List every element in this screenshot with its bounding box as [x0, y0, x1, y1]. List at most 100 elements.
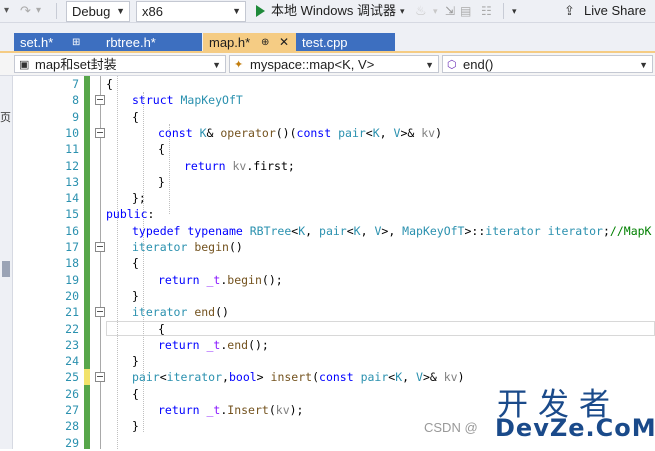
code-line[interactable]: return _t.Insert(kv);: [158, 402, 303, 418]
code-token: MapKeyOfT: [402, 223, 465, 238]
class-scope-value: myspace::map<K, V>: [250, 57, 375, 72]
code-token: {: [106, 77, 113, 91]
start-debugger-button[interactable]: 本地 Windows 调试器: [271, 0, 396, 22]
code-line[interactable]: public:: [106, 206, 154, 222]
code-line[interactable]: return _t.begin();: [158, 272, 283, 288]
collapse-icon[interactable]: [95, 95, 105, 106]
code-line[interactable]: }: [132, 418, 139, 434]
code-line[interactable]: {: [132, 109, 139, 125]
line-number: 18: [65, 256, 79, 271]
code-token: }: [132, 419, 139, 434]
side-panel-tab[interactable]: [2, 261, 10, 277]
layout-icon[interactable]: ▤: [460, 0, 471, 22]
chevron-down-icon[interactable]: ▾: [4, 0, 9, 22]
project-scope-value: map和set封装: [35, 57, 117, 72]
watermark-english: DevZe.CoM: [495, 414, 655, 442]
member-value: end(): [463, 57, 494, 72]
code-token: (: [268, 403, 276, 417]
code-line[interactable]: {: [106, 76, 113, 92]
code-token: public: [106, 207, 148, 222]
collapse-icon[interactable]: [95, 372, 105, 383]
pin-icon[interactable]: ⊕: [261, 33, 269, 52]
code-token: V: [416, 370, 423, 385]
chevron-down-icon[interactable]: ▾: [433, 0, 438, 22]
collapse-icon[interactable]: [95, 242, 105, 252]
code-token: >,: [381, 223, 403, 238]
code-token: MapKeyOfT: [180, 93, 243, 108]
code-line[interactable]: return _t.end();: [158, 337, 269, 353]
code-token: return: [158, 272, 200, 287]
side-panel-label: 页: [0, 112, 11, 124]
code-token: _t: [206, 403, 221, 417]
code-token: pair: [360, 370, 389, 385]
live-share-button[interactable]: Live Share: [584, 0, 646, 22]
close-icon[interactable]: ✕: [279, 33, 289, 52]
code-token: const: [296, 125, 332, 140]
code-line[interactable]: struct MapKeyOfT: [132, 92, 243, 108]
code-line[interactable]: }: [132, 353, 139, 369]
code-line[interactable]: const K& operator()(const pair<K, V>& kv…: [158, 125, 442, 141]
line-number: 13: [65, 174, 79, 189]
tab-rbtree-h[interactable]: rbtree.h*: [100, 33, 202, 52]
pin-icon[interactable]: ⊞: [72, 33, 80, 52]
code-line[interactable]: }: [132, 288, 139, 304]
share-icon[interactable]: ⇪: [564, 0, 575, 22]
code-token: K: [353, 223, 361, 238]
collapse-icon[interactable]: [95, 307, 105, 318]
flame-icon[interactable]: ♨: [415, 0, 427, 22]
csdn-watermark: CSDN @: [424, 420, 478, 435]
code-token: bool: [228, 370, 257, 385]
code-line[interactable]: pair<iterator,bool> insert(const pair<K,…: [132, 369, 465, 385]
toolbar-overflow-icon[interactable]: ▾: [512, 0, 517, 22]
code-token: }: [158, 174, 165, 189]
tab-label: rbtree.h*: [106, 35, 156, 50]
code-token: K: [372, 125, 380, 140]
code-token: >: [256, 370, 271, 385]
code-line[interactable]: return kv.first;: [184, 158, 295, 174]
tab-set-h[interactable]: set.h* ⊞: [14, 33, 100, 52]
play-icon[interactable]: [256, 5, 265, 17]
collapse-icon[interactable]: [95, 127, 105, 138]
tab-map-h[interactable]: map.h* ⊕ ✕: [203, 33, 296, 52]
project-scope-dropdown[interactable]: ▣ map和set封装 ▼: [14, 55, 226, 73]
main-toolbar: ▾ ↷ ▾ Debug ▼ x86 ▼ 本地 Windows 调试器 ▾ ♨ ▾…: [0, 0, 655, 23]
debugger-dropdown-icon[interactable]: ▾: [400, 0, 405, 22]
code-token: iterator: [132, 305, 188, 320]
code-line[interactable]: {: [158, 141, 165, 157]
configuration-select[interactable]: Debug ▼: [66, 1, 130, 22]
class-scope-dropdown[interactable]: ✦ myspace::map<K, V> ▼: [229, 55, 439, 73]
code-token: (): [215, 305, 229, 320]
code-line[interactable]: {: [132, 386, 139, 402]
code-line[interactable]: {: [132, 255, 139, 271]
platform-select[interactable]: x86 ▼: [136, 1, 246, 22]
tab-test-cpp[interactable]: test.cpp: [296, 33, 395, 52]
line-number: 8: [72, 93, 79, 108]
code-line[interactable]: }: [158, 174, 165, 190]
code-line[interactable]: };: [132, 190, 146, 206]
code-token: ()(: [275, 125, 297, 140]
list-icon[interactable]: ☷: [481, 0, 492, 22]
code-token: >&: [422, 370, 444, 385]
code-line[interactable]: iterator end(): [132, 304, 229, 320]
code-line[interactable]: typedef typename RBTree<K, pair<K, V>, M…: [132, 223, 651, 239]
code-line[interactable]: iterator begin(): [132, 239, 243, 255]
member-dropdown[interactable]: ⬡ end() ▼: [442, 55, 653, 73]
code-line[interactable]: {: [158, 321, 165, 337]
code-token: ): [435, 125, 443, 140]
redo-icon[interactable]: ↷: [20, 0, 31, 22]
code-token: typename: [187, 223, 243, 238]
hot-reload-icon[interactable]: ⇲: [445, 0, 455, 22]
method-icon: ⬡: [447, 59, 457, 71]
code-token: first: [253, 158, 288, 173]
code-token: };: [132, 191, 146, 206]
line-number: 20: [65, 288, 79, 303]
code-token: );: [289, 403, 304, 417]
code-token: <: [346, 223, 354, 238]
redo-dropdown-icon[interactable]: ▾: [36, 0, 41, 22]
code-token: const: [158, 125, 193, 140]
line-number: 14: [65, 191, 79, 206]
